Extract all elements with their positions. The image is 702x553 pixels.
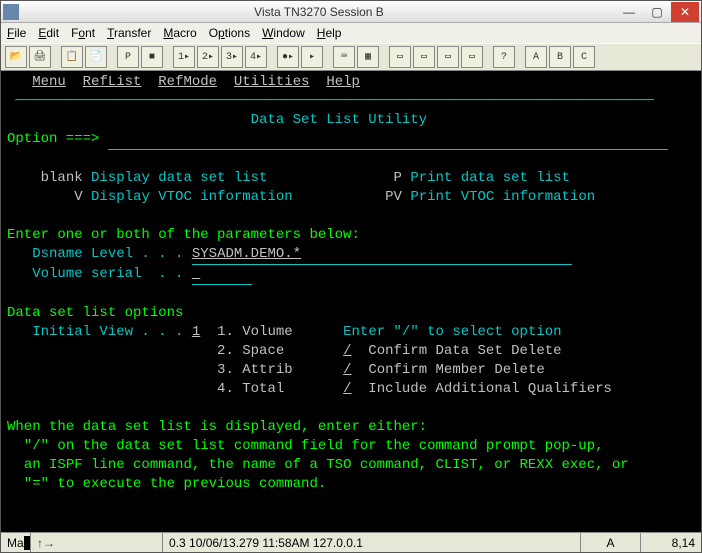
status-info: 0.3 10/06/13.279 11:58AM 127.0.0.1 — [169, 536, 363, 550]
menu-options[interactable]: Options — [209, 26, 250, 40]
status-cursor: 8,14 — [672, 536, 695, 550]
tool-b-icon[interactable]: B — [549, 46, 571, 68]
close-button[interactable]: ✕ — [671, 2, 699, 22]
menubar: File Edit Font Transfer Macro Options Wi… — [1, 23, 701, 43]
params-header: Enter one or both of the parameters belo… — [7, 227, 360, 243]
volser-input[interactable] — [192, 265, 252, 285]
tool-help-icon[interactable]: ? — [493, 46, 515, 68]
terminal-screen[interactable]: Menu RefList RefMode Utilities Help ────… — [1, 71, 701, 532]
statusbar: Maa ↑→ 0.3 10/06/13.279 11:58AM 127.0.0.… — [1, 532, 701, 552]
tool-paste-icon[interactable]: 📄 — [85, 46, 107, 68]
arrow-icon: ↑→ — [37, 536, 55, 550]
status-session: A — [606, 536, 614, 550]
tool-2-icon[interactable]: 2▸ — [197, 46, 219, 68]
ispf-refmode[interactable]: RefMode — [158, 74, 217, 90]
tool-grid-icon[interactable]: ▦ — [357, 46, 379, 68]
menu-help[interactable]: Help — [317, 26, 342, 40]
dsname-input[interactable]: SYSADM.DEMO.* — [192, 245, 572, 265]
tool-1-icon[interactable]: 1▸ — [173, 46, 195, 68]
help-line-1: "/" on the data set list command field f… — [24, 438, 604, 454]
panel-title: Data Set List Utility — [251, 112, 427, 128]
sel3-label: Include Additional Qualifiers — [368, 381, 612, 397]
app-icon — [3, 4, 19, 20]
tool-stop-icon[interactable]: ■ — [141, 46, 163, 68]
menu-transfer[interactable]: Transfer — [107, 26, 151, 40]
tool-win1-icon[interactable]: ▭ — [389, 46, 411, 68]
select-header: Enter "/" to select option — [343, 324, 561, 340]
ispf-utilities[interactable]: Utilities — [234, 74, 310, 90]
ispf-reflist[interactable]: RefList — [83, 74, 142, 90]
opt-p-desc: Print data set list — [410, 170, 570, 186]
initview-label: Initial View . . . — [32, 324, 183, 340]
volser-label: Volume serial . . — [32, 266, 183, 282]
tool-win4-icon[interactable]: ▭ — [461, 46, 483, 68]
ispf-help[interactable]: Help — [326, 74, 360, 90]
opt-pv-key: PV — [385, 189, 402, 205]
dsname-label: Dsname Level . . . — [32, 246, 183, 262]
opt-v-desc: Display VTOC information — [91, 189, 293, 205]
menu-macro[interactable]: Macro — [163, 26, 196, 40]
titlebar: Vista TN3270 Session B — ▢ ✕ — [1, 1, 701, 23]
tool-win3-icon[interactable]: ▭ — [437, 46, 459, 68]
help-line-3: "=" to execute the previous command. — [24, 476, 326, 492]
view-3: 3. Attrib — [217, 362, 293, 378]
list-options-header: Data set list options — [7, 305, 183, 321]
sel2-label: Confirm Member Delete — [368, 362, 544, 378]
initview-input[interactable]: 1 — [192, 324, 200, 340]
help-header: When the data set list is displayed, ent… — [7, 419, 427, 435]
tool-print-icon[interactable]: 🖨 — [29, 46, 51, 68]
tool-rec-icon[interactable]: ●▸ — [277, 46, 299, 68]
tool-a-icon[interactable]: A — [525, 46, 547, 68]
status-mode: Maa — [7, 536, 30, 550]
toolbar: 📂 🖨 📋 📄 P ■ 1▸ 2▸ 3▸ 4▸ ●▸ ▸ ⌨ ▦ ▭ ▭ ▭ ▭… — [1, 43, 701, 71]
opt-blank-desc: Display data set list — [91, 170, 267, 186]
opt-pv-desc: Print VTOC information — [410, 189, 595, 205]
opt-p-key: P — [394, 170, 402, 186]
view-2: 2. Space — [217, 343, 284, 359]
tool-win2-icon[interactable]: ▭ — [413, 46, 435, 68]
minimize-button[interactable]: — — [615, 2, 643, 22]
window-title: Vista TN3270 Session B — [23, 5, 615, 19]
tool-open-icon[interactable]: 📂 — [5, 46, 27, 68]
view-1: 1. Volume — [217, 324, 293, 340]
menu-edit[interactable]: Edit — [38, 26, 59, 40]
view-4: 4. Total — [217, 381, 284, 397]
maximize-button[interactable]: ▢ — [643, 2, 671, 22]
option-prompt: Option ===> — [7, 131, 99, 147]
tool-c-icon[interactable]: C — [573, 46, 595, 68]
ispf-menu[interactable]: Menu — [32, 74, 66, 90]
menu-font[interactable]: Font — [71, 26, 95, 40]
tool-copy-icon[interactable]: 📋 — [61, 46, 83, 68]
tool-3-icon[interactable]: 3▸ — [221, 46, 243, 68]
option-input[interactable] — [108, 130, 668, 150]
menu-file[interactable]: File — [7, 26, 26, 40]
menu-window[interactable]: Window — [262, 26, 305, 40]
sel1-label: Confirm Data Set Delete — [368, 343, 561, 359]
tool-kbd-icon[interactable]: ⌨ — [333, 46, 355, 68]
help-line-2: an ISPF line command, the name of a TSO … — [24, 457, 629, 473]
tool-p1-icon[interactable]: P — [117, 46, 139, 68]
tool-4-icon[interactable]: 4▸ — [245, 46, 267, 68]
sel2-input[interactable]: / — [343, 362, 351, 378]
opt-blank-key: blank — [41, 170, 83, 186]
app-window: Vista TN3270 Session B — ▢ ✕ File Edit F… — [0, 0, 702, 553]
tool-play-icon[interactable]: ▸ — [301, 46, 323, 68]
opt-v-key: V — [74, 189, 82, 205]
